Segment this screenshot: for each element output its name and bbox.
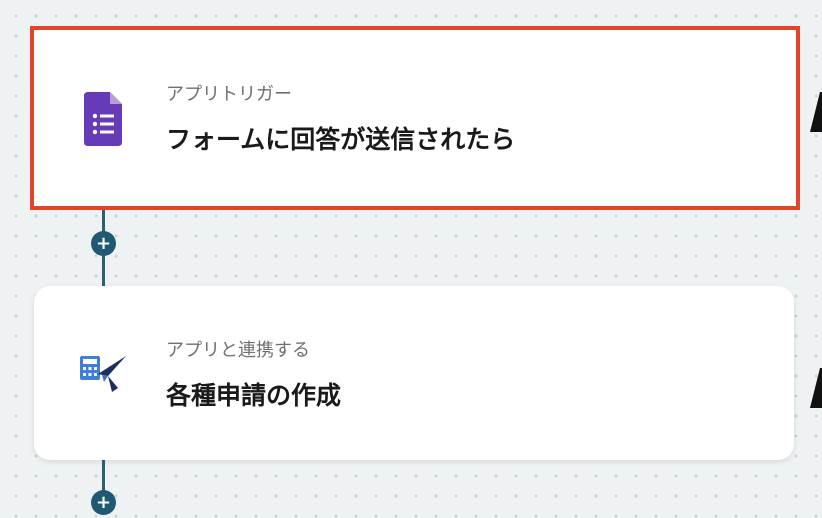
google-forms-icon xyxy=(84,92,124,146)
add-step-button[interactable]: + xyxy=(91,231,116,256)
add-step-button[interactable]: + xyxy=(91,490,116,515)
side-panel-edge-icon xyxy=(806,368,822,408)
side-panel-edge-icon xyxy=(806,92,822,132)
step-title: フォームに回答が送信されたら xyxy=(166,125,516,154)
expense-app-icon xyxy=(78,348,130,394)
step-type-label: アプリトリガー xyxy=(166,84,292,105)
step-type-label: アプリと連携する xyxy=(166,340,310,361)
step-title: 各種申請の作成 xyxy=(166,381,342,410)
flow-step-card-action[interactable]: アプリと連携する 各種申請の作成 xyxy=(34,286,794,460)
flow-step-card-trigger[interactable]: アプリトリガー フォームに回答が送信されたら xyxy=(30,26,800,210)
